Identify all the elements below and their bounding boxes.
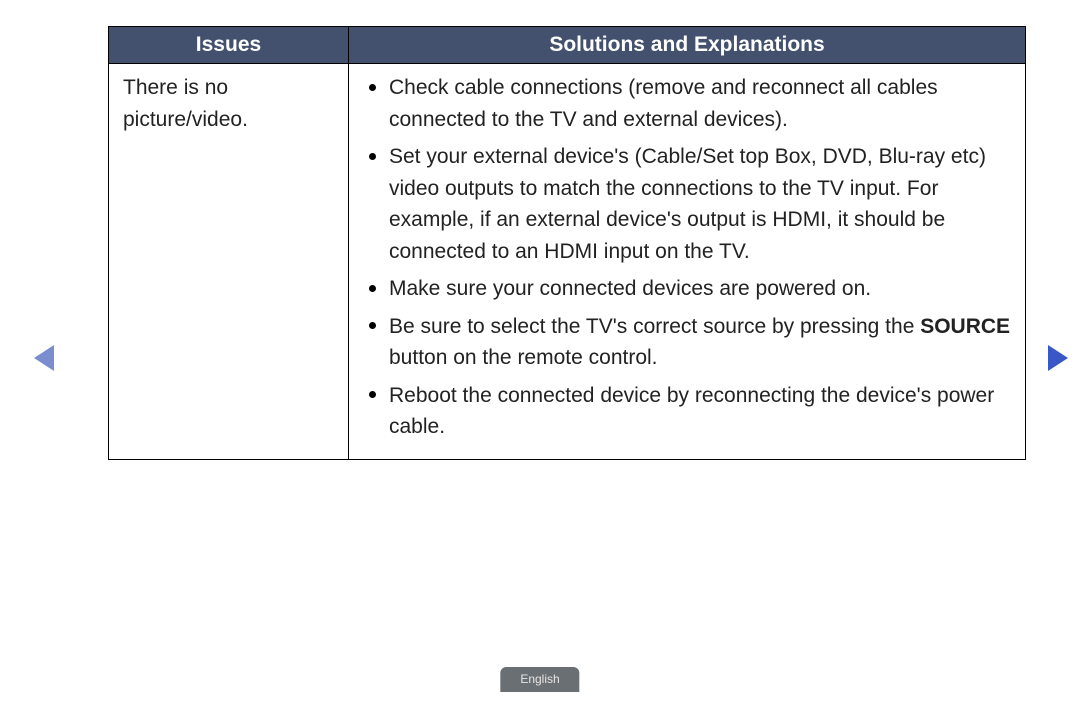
solutions-list: Check cable connections (remove and reco… (363, 72, 1011, 443)
language-badge: English (500, 667, 579, 692)
header-solutions: Solutions and Explanations (349, 27, 1026, 64)
solutions-cell: Check cable connections (remove and reco… (349, 64, 1026, 460)
next-page-arrow-icon[interactable] (1048, 345, 1068, 371)
issue-cell: There is no picture/video. (109, 64, 349, 460)
table-row: There is no picture/video. Check cable c… (109, 64, 1026, 460)
prev-page-arrow-icon[interactable] (34, 345, 54, 371)
list-item: Reboot the connected device by reconnect… (369, 380, 1011, 443)
header-issues: Issues (109, 27, 349, 64)
list-item: Make sure your connected devices are pow… (369, 273, 1011, 305)
list-item: Set your external device's (Cable/Set to… (369, 141, 1011, 267)
list-item: Be sure to select the TV's correct sourc… (369, 311, 1011, 374)
troubleshooting-table: Issues Solutions and Explanations There … (108, 26, 1026, 460)
list-item: Check cable connections (remove and reco… (369, 72, 1011, 135)
